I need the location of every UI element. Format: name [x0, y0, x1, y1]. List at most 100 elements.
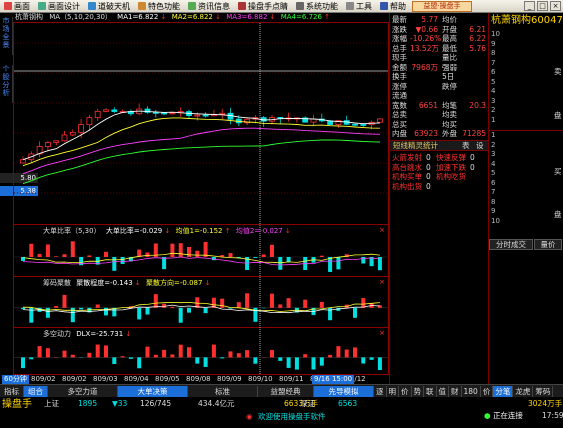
menu-item-6[interactable]: 系统功能	[296, 1, 338, 12]
maximize-button[interactable]: □	[537, 1, 548, 11]
ladder-level[interactable]: 4	[489, 87, 563, 97]
menu-item-4[interactable]: 资讯信息	[188, 1, 230, 12]
news-icon	[188, 2, 196, 10]
elf-row[interactable]: 火箭发射 0 快速反弹 0	[392, 153, 488, 162]
ladder-level[interactable]: 6	[489, 179, 563, 189]
brand-badge[interactable]: 益盟·操盘手	[412, 1, 472, 12]
ladder-level[interactable]: 1	[489, 131, 563, 141]
connect-text: 正在连接	[492, 411, 523, 420]
quote-row: 总手 13.52万 最低 5.76	[392, 44, 488, 53]
tool-tab[interactable]: 筹码	[533, 385, 554, 397]
ladder-level[interactable]: 8	[489, 198, 563, 208]
target-icon	[238, 2, 246, 10]
tool-tab[interactable]: 180	[462, 385, 481, 397]
ladder-level[interactable]: 9	[489, 40, 563, 50]
candle-body	[376, 118, 383, 123]
tab-stock-analysis[interactable]: 个股分析	[0, 65, 13, 103]
candle-body	[103, 109, 109, 112]
index2-name[interactable]: 深证	[300, 398, 315, 410]
indicator1-close-icon[interactable]: ×	[379, 226, 385, 235]
tool-tab[interactable]: 财	[449, 385, 462, 397]
ladder-level[interactable]: 7	[489, 188, 563, 198]
tab-combo[interactable]: 组合	[24, 385, 48, 397]
ladder-level[interactable]: 8	[489, 49, 563, 59]
date-tick: 809/02	[31, 375, 56, 383]
tool-tab[interactable]: 明	[387, 385, 399, 397]
tab-indicator[interactable]: 指标	[0, 385, 24, 397]
stock-title[interactable]: 杭萧钢构600477	[489, 14, 563, 28]
tool-tab[interactable]: 价	[481, 385, 494, 397]
tool-tab[interactable]: 值	[437, 385, 449, 397]
indicator1-v2: 均值1=-0.152	[175, 227, 223, 235]
quote-value: 13.52万	[410, 43, 439, 53]
ladder-level[interactable]: 2	[489, 141, 563, 151]
ladder-level[interactable]: 3	[489, 150, 563, 160]
elf-tab-table[interactable]: 表	[462, 141, 470, 150]
tool-tab[interactable]: 龙虎	[513, 385, 534, 397]
ladder-level[interactable]: 3	[489, 97, 563, 107]
menu-item-0[interactable]: 画面	[4, 1, 30, 12]
tool-tab[interactable]: 分笔	[493, 385, 514, 397]
cursor-time-label: 9/16 15:00	[312, 375, 355, 384]
elf-tab-settings[interactable]: 设	[476, 141, 484, 150]
indicator1-bar	[54, 256, 59, 257]
indicator1-bar	[178, 243, 183, 257]
quote-key: 涨停	[392, 81, 407, 91]
indicator2-close-icon[interactable]: ×	[379, 278, 385, 287]
indicator1-bar	[261, 254, 266, 257]
ladder-level[interactable]: 10	[489, 30, 563, 40]
indicator1-bar	[37, 253, 42, 257]
index1-name[interactable]: 上证	[44, 398, 59, 410]
indicator2-bar	[187, 307, 191, 313]
menu-item-7[interactable]: 工具	[346, 1, 372, 12]
elf-cell: 加速下跌	[436, 162, 466, 172]
close-button[interactable]: ×	[550, 1, 561, 11]
elf-row[interactable]: 机构出货 0	[392, 182, 488, 191]
tab-big-order-decision[interactable]: 大单决策	[118, 385, 188, 397]
quote-key: 内盘	[392, 129, 407, 138]
candle-body	[152, 111, 159, 114]
tab-long-short-power[interactable]: 多空力道	[48, 385, 118, 397]
tab-volume-price[interactable]: 量价	[534, 239, 562, 250]
connection-status[interactable]: ● 正在连接 17:59	[484, 410, 563, 421]
indicator3-v1: DLX=-25.731	[76, 330, 124, 338]
tab-standard[interactable]: 标准	[188, 385, 258, 397]
tool-tab[interactable]: 联	[424, 385, 437, 397]
indicator2-bar	[220, 298, 225, 308]
sell-label: 卖	[554, 67, 562, 76]
chart-area[interactable]: 杭萧钢构 MA（5,10,20,30） MA1=6.822 ↓ MA2=6.82…	[2, 13, 389, 384]
menu-item-3[interactable]: 特色功能	[138, 1, 180, 12]
quote-key: 总买	[392, 119, 407, 129]
quote-row: 涨幅 -10.26% 最高 6.22	[392, 34, 488, 43]
menu-item-1[interactable]: 画面设计	[38, 1, 80, 12]
quote-value: 5.77	[421, 15, 438, 24]
tab-yimeng-classic[interactable]: 益盟经典	[258, 385, 314, 397]
menu-item-8[interactable]: 帮助	[380, 1, 406, 12]
indicator3-close-icon[interactable]: ×	[379, 329, 385, 338]
quote-value2: 20.3	[469, 100, 486, 110]
period-label[interactable]: 60分钟	[2, 375, 29, 384]
tool-tab[interactable]: 势	[412, 385, 424, 397]
tab-tick-trades[interactable]: 分时成交	[489, 239, 533, 250]
elf-row[interactable]: 高台跳水 0 加速下跌 0	[392, 163, 488, 172]
quote-key: 宽数	[392, 100, 407, 110]
menu-item-2[interactable]: 道破天机	[88, 1, 130, 12]
star-icon	[138, 2, 146, 10]
tab-leading-sim[interactable]: 先导模拟	[314, 385, 374, 397]
candle-body	[94, 110, 101, 119]
minimize-button[interactable]: _	[524, 1, 535, 11]
quote-value: -10.26%	[410, 34, 442, 43]
elf-cell: 机构买单	[392, 172, 422, 181]
indicator3-bar	[37, 346, 42, 358]
indicator3-bar	[62, 350, 67, 358]
ladder-level[interactable]: 5	[489, 78, 563, 88]
menu-item-5[interactable]: 操盘手点睛	[238, 1, 288, 12]
tool-tab[interactable]: 逐	[374, 385, 387, 397]
tab-market-overview[interactable]: 市场全景	[0, 17, 13, 55]
tool-tab[interactable]: 价	[399, 385, 412, 397]
kline-chart[interactable]	[13, 13, 389, 384]
menu-item-label: 画面设计	[48, 1, 80, 11]
quote-row: 总卖 均卖	[392, 110, 488, 119]
indicator1-bar	[170, 243, 175, 257]
elf-row[interactable]: 机构买单 0 机构吃货	[392, 172, 488, 181]
